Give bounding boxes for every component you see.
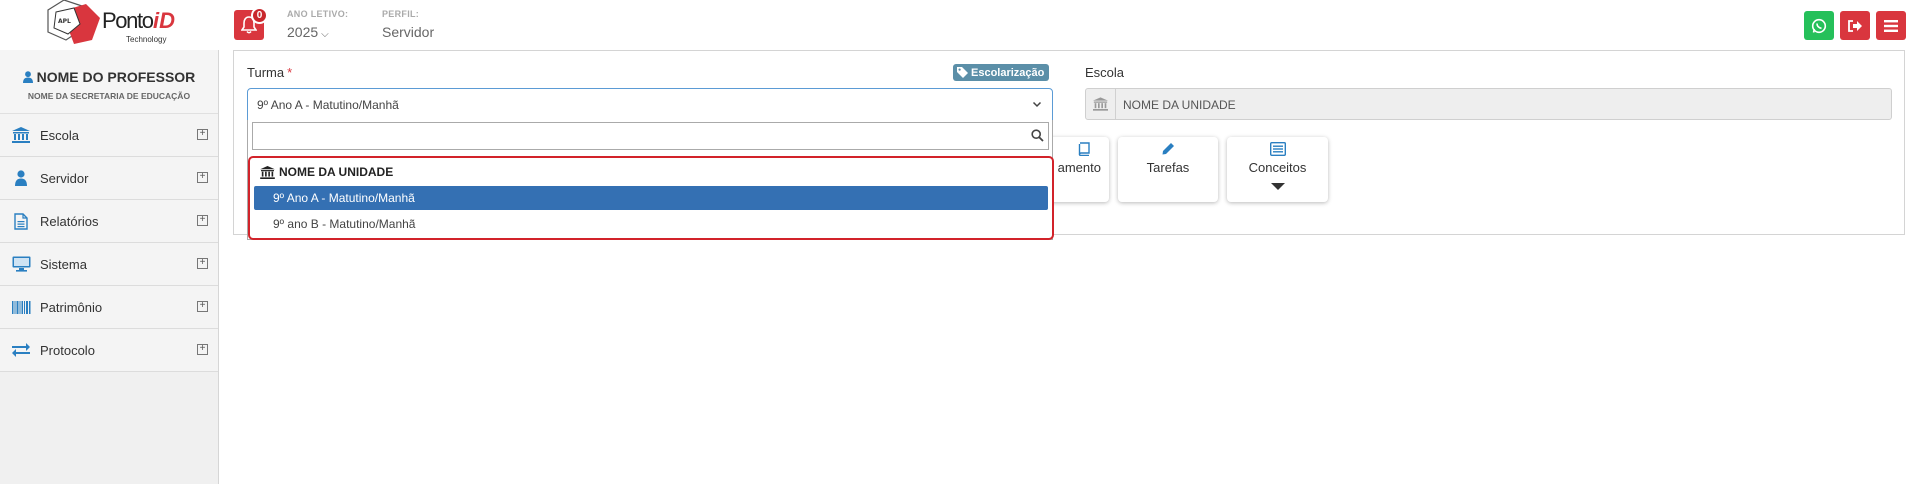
ano-letivo-label: ANO LETIVO: [287,9,349,19]
expand-icon: + [197,301,208,312]
dropdown-option-selected[interactable]: 9º Ano A - Matutino/Manhã [254,186,1048,210]
escola-value: NOME DA UNIDADE [1123,98,1236,112]
top-bar: APL Ponto iD Technology 0 ANO LETIVO: 20… [0,0,1918,50]
sidebar-item-patrimonio[interactable]: Patrimônio + [0,286,218,329]
card-conceitos-label: Conceitos [1248,160,1307,175]
notification-count-badge: 0 [251,7,268,24]
sidebar-item-label: Escola [40,127,80,143]
book-icon [1078,142,1090,156]
expand-icon: + [197,172,208,183]
sidebar-item-label: Servidor [40,170,89,186]
option-group-label: NOME DA UNIDADE [279,165,394,179]
pontoid-logo[interactable]: APL Ponto iD Technology [40,0,180,48]
sidebar-item-label: Sistema [40,256,87,272]
hamburger-menu-icon [1884,19,1898,32]
ano-letivo-value: 2025 [287,24,319,40]
turma-select[interactable]: 9º Ano A - Matutino/Manhã [247,88,1053,121]
caret-down-icon[interactable] [1270,183,1285,190]
sidebar-item-label: Protocolo [40,342,95,358]
turma-selected-value: 9º Ano A - Matutino/Manhã [257,98,399,112]
file-icon [11,212,31,230]
sidebar-item-label: Relatórios [40,213,99,229]
escolarizacao-badge-label: Escolarização [971,66,1045,79]
sidebar-item-servidor[interactable]: Servidor + [0,157,218,200]
card-tarefas[interactable]: Tarefas [1118,137,1218,202]
svg-text:Ponto: Ponto [102,8,154,33]
escola-label: Escola [1085,65,1125,80]
app-root: APL Ponto iD Technology 0 ANO LETIVO: 20… [0,0,1918,484]
pencil-icon [1162,143,1174,155]
expand-icon: + [197,215,208,226]
chevron-down-icon: ⌵ [321,29,329,40]
dropdown-search-input[interactable] [252,122,1049,150]
escolarizacao-badge[interactable]: Escolarização [953,64,1050,81]
sidebar-item-sistema[interactable]: Sistema + [0,243,218,286]
whatsapp-button[interactable] [1804,11,1834,40]
card-tarefas-label: Tarefas [1146,160,1190,175]
expand-icon: + [197,258,208,269]
expand-icon: + [197,129,208,140]
user-icon [11,169,31,187]
sign-out-icon [1848,19,1862,32]
dropdown-option[interactable]: 9º ano B - Matutino/Manhã [254,212,1048,236]
exchange-icon [11,341,31,359]
expand-icon: + [197,344,208,355]
svg-text:Technology: Technology [126,35,166,44]
perfil-label: PERFIL: [382,9,420,19]
svg-text:iD: iD [153,8,175,33]
sidebar-item-escola[interactable]: Escola + [0,114,218,157]
required-mark: * [287,65,293,80]
list-alt-icon [1269,142,1286,156]
sidebar-item-relatorios[interactable]: Relatórios + [0,200,218,243]
desktop-icon [11,255,31,273]
bank-icon [11,126,31,144]
secretaria-name: NOME DA SECRETARIA DE EDUCAÇÃO [27,91,191,101]
chevron-down-icon [1032,101,1042,108]
dropdown-options-list: NOME DA UNIDADE 9º Ano A - Matutino/Manh… [248,156,1054,240]
logout-button[interactable] [1840,11,1870,40]
turma-label-text: Turma [247,65,285,80]
perfil-info: PERFIL: Servidor [382,9,434,40]
card-conceitos[interactable]: Conceitos [1227,137,1328,202]
tag-icon [957,67,968,78]
search-icon [1031,129,1044,142]
turma-label: Turma * [247,65,292,80]
option-group-header: NOME DA UNIDADE [260,165,393,179]
sidebar-item-label: Patrimônio [40,299,103,315]
main-menu-button[interactable] [1876,11,1906,40]
escola-field: NOME DA UNIDADE [1085,88,1892,120]
whatsapp-icon [1811,18,1827,33]
barcode-icon [11,298,31,316]
bank-icon [260,165,275,179]
sidebar-item-protocolo[interactable]: Protocolo + [0,329,218,372]
sidebar: NOME DO PROFESSOR NOME DA SECRETARIA DE … [0,50,219,484]
bank-icon [1086,89,1116,119]
svg-text:APL: APL [58,18,71,25]
ano-letivo-selector[interactable]: ANO LETIVO: 2025 ⌵ [287,9,348,40]
user-icon [22,71,33,83]
professor-profile: NOME DO PROFESSOR NOME DA SECRETARIA DE … [0,50,218,114]
turma-dropdown: NOME DA UNIDADE 9º Ano A - Matutino/Manh… [247,120,1054,240]
perfil-value: Servidor [382,24,435,40]
professor-name: NOME DO PROFESSOR [36,69,196,85]
